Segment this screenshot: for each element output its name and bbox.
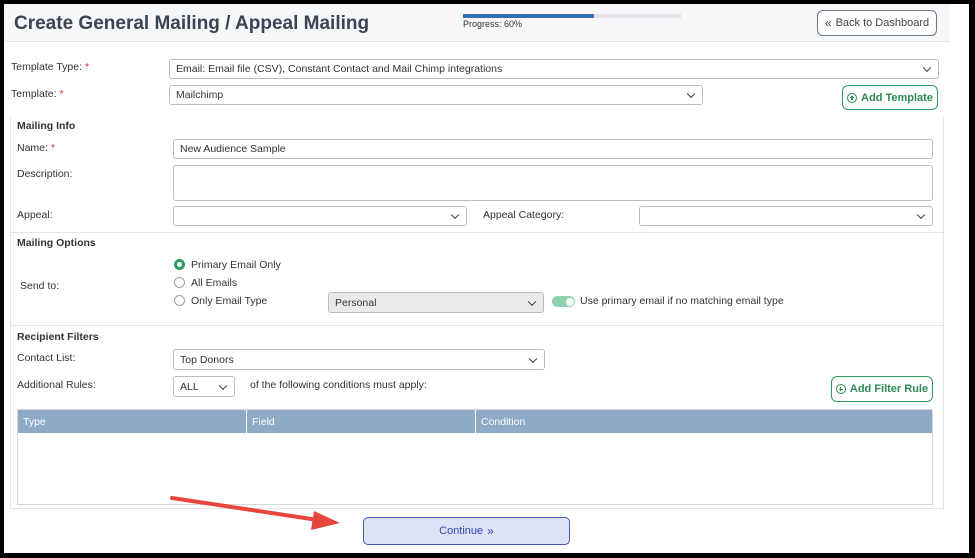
progress-bar-fill — [463, 14, 594, 18]
column-header-field: Field — [247, 410, 476, 433]
page-title: Create General Mailing / Appeal Mailing — [14, 13, 370, 34]
name-label: Name: * — [17, 142, 55, 154]
appeal-category-label: Appeal Category: — [483, 209, 565, 221]
template-select[interactable]: Mailchimp — [169, 85, 703, 105]
chevron-down-icon — [528, 354, 538, 363]
chevron-down-icon — [450, 210, 460, 220]
filter-rules-table: Type Field Condition — [17, 409, 933, 505]
chevron-down-icon — [218, 381, 228, 390]
chevron-down-icon — [527, 297, 537, 306]
annotation-arrow — [170, 496, 340, 530]
radio-all-emails[interactable] — [174, 277, 185, 288]
chevron-down-icon — [916, 210, 926, 220]
send-to-label: Send to: — [20, 280, 60, 292]
appeal-category-select[interactable] — [639, 206, 933, 226]
template-type-label: Template Type: * — [11, 61, 90, 73]
back-to-dashboard-button[interactable]: « Back to Dashboard — [817, 10, 937, 36]
template-type-value: Email: Email file (CSV), Constant Contac… — [176, 63, 503, 75]
rules-match-value: ALL — [180, 380, 199, 393]
add-filter-rule-label: Add Filter Rule — [849, 383, 929, 395]
name-field[interactable]: New Audience Sample — [173, 139, 933, 159]
rules-match-select[interactable]: ALL — [173, 376, 235, 397]
mailing-screen: Create General Mailing / Appeal Mailing … — [4, 4, 969, 553]
plus-circle-icon — [835, 384, 846, 394]
radio-label-primary-email-only: Primary Email Only — [191, 259, 281, 271]
contact-list-select[interactable]: Top Donors — [173, 349, 545, 370]
name-value: New Audience Sample — [180, 143, 286, 155]
contact-list-value: Top Donors — [180, 353, 234, 366]
progress-label: Progress: 60% — [463, 19, 523, 29]
progress-bar — [463, 14, 681, 18]
column-header-type: Type — [18, 410, 247, 433]
recipient-filters-title: Recipient Filters — [17, 331, 99, 343]
continue-label: Continue — [439, 525, 484, 537]
template-type-select[interactable]: Email: Email file (CSV), Constant Contac… — [169, 59, 939, 79]
mailing-options-title: Mailing Options — [17, 237, 96, 249]
appeal-label: Appeal: — [17, 209, 53, 221]
chevron-down-icon — [686, 89, 696, 99]
section-divider — [10, 232, 944, 233]
add-template-label: Add Template — [861, 91, 933, 104]
add-filter-rule-button[interactable]: Add Filter Rule — [831, 376, 933, 402]
double-chevron-right-icon: » — [487, 524, 494, 538]
use-primary-email-label: Use primary email if no matching email t… — [580, 295, 784, 307]
appeal-select[interactable] — [173, 206, 467, 226]
radio-label-only-email-type: Only Email Type — [191, 295, 268, 307]
page-header: Create General Mailing / Appeal Mailing … — [4, 4, 950, 42]
back-to-dashboard-label: Back to Dashboard — [835, 17, 930, 29]
contact-list-label: Contact List: — [17, 352, 76, 364]
section-divider — [10, 325, 944, 326]
rules-suffix-text: of the following conditions must apply: — [250, 379, 427, 391]
radio-label-all-emails: All Emails — [191, 277, 238, 289]
radio-primary-email-only[interactable] — [174, 259, 185, 270]
additional-rules-label: Additional Rules: — [17, 379, 96, 391]
double-chevron-left-icon: « — [824, 16, 832, 30]
column-header-condition: Condition — [481, 416, 526, 428]
email-type-select[interactable]: Personal — [328, 292, 544, 313]
mailing-info-title: Mailing Info — [17, 120, 76, 132]
email-type-value: Personal — [335, 296, 377, 309]
template-label: Template: * — [11, 88, 64, 100]
template-value: Mailchimp — [176, 89, 224, 101]
description-field[interactable] — [173, 165, 933, 201]
chevron-down-icon — [922, 63, 932, 73]
add-template-button[interactable]: Add Template — [842, 85, 938, 110]
use-primary-email-toggle[interactable] — [552, 296, 575, 307]
continue-button[interactable]: Continue » — [363, 517, 570, 545]
description-label: Description: — [17, 168, 73, 180]
radio-only-email-type[interactable] — [174, 295, 185, 306]
table-header-row: Type Field Condition — [18, 410, 932, 433]
plus-circle-icon — [847, 92, 858, 103]
